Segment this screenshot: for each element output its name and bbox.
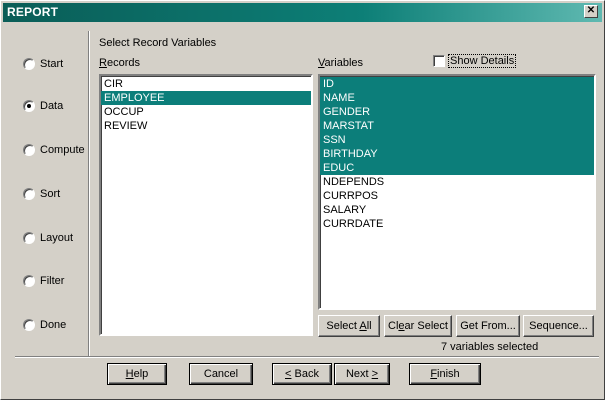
step-compute-radio[interactable] [23,144,35,156]
step-divider [88,31,90,356]
step-start[interactable]: Start [23,56,63,72]
select-all-button[interactable]: Select All [318,315,380,337]
record-item-employee[interactable]: EMPLOYEE [101,91,311,105]
step-sort-radio[interactable] [23,188,35,200]
records-list[interactable]: CIR EMPLOYEE OCCUP REVIEW [99,74,313,336]
step-layout[interactable]: Layout [23,230,73,246]
close-button[interactable]: ✕ [584,5,598,18]
sequence-button[interactable]: Sequence... [523,315,594,337]
back-button[interactable]: < Back [272,363,332,385]
get-from-button[interactable]: Get From... [456,315,520,337]
step-layout-radio[interactable] [23,232,35,244]
variable-item-currpos[interactable]: CURRPOS [320,189,594,203]
show-details-label[interactable]: Show Details [448,54,517,68]
finish-button[interactable]: Finish [409,363,481,385]
step-filter[interactable]: Filter [23,273,64,289]
step-filter-label: Filter [40,275,65,287]
footer-divider [15,356,599,358]
selection-status: 7 variables selected [441,341,539,353]
step-data-label: Data [40,100,64,112]
panel-title: Select Record Variables [99,37,217,49]
variable-item-birthday[interactable]: BIRTHDAY [320,147,594,161]
report-window: REPORT ✕ Start Data Compute Sort Layout … [0,0,605,400]
records-label: Records [99,57,140,69]
title-bar[interactable]: REPORT ✕ [3,3,602,22]
variable-item-id[interactable]: ID [320,77,594,91]
step-done-radio[interactable] [23,319,35,331]
record-item-cir[interactable]: CIR [101,77,311,91]
step-compute[interactable]: Compute [23,142,85,158]
step-start-label: Start [40,58,64,70]
step-data-radio[interactable] [23,100,35,112]
step-start-radio[interactable] [23,58,35,70]
step-sort-label: Sort [40,188,61,200]
help-button[interactable]: Help [107,363,167,385]
step-sort[interactable]: Sort [23,186,60,202]
step-data[interactable]: Data [23,98,63,114]
step-layout-label: Layout [40,232,74,244]
variables-label: Variables [318,57,364,69]
close-icon: ✕ [586,5,596,16]
record-item-review[interactable]: REVIEW [101,119,311,133]
next-button[interactable]: Next > [334,363,390,385]
step-compute-label: Compute [40,144,85,156]
variable-item-currdate[interactable]: CURRDATE [320,217,594,231]
variable-item-ndepends[interactable]: NDEPENDS [320,175,594,189]
variable-item-ssn[interactable]: SSN [320,133,594,147]
variable-item-gender[interactable]: GENDER [320,105,594,119]
clear-select-button[interactable]: Clear Select [384,315,452,337]
window-title: REPORT [7,5,59,19]
variable-item-educ[interactable]: EDUC [320,161,594,175]
step-done[interactable]: Done [23,317,66,333]
step-done-label: Done [40,319,67,331]
variable-item-salary[interactable]: SALARY [320,203,594,217]
show-details-checkbox[interactable] [433,55,445,67]
wizard-steps: Start Data Compute Sort Layout Filter Do… [15,41,87,351]
cancel-button[interactable]: Cancel [189,363,253,385]
variables-list[interactable]: ID NAME GENDER MARSTAT SSN BIRTHDAY EDUC… [318,74,596,310]
step-filter-radio[interactable] [23,275,35,287]
variable-item-marstat[interactable]: MARSTAT [320,119,594,133]
variable-item-name[interactable]: NAME [320,91,594,105]
record-item-occup[interactable]: OCCUP [101,105,311,119]
